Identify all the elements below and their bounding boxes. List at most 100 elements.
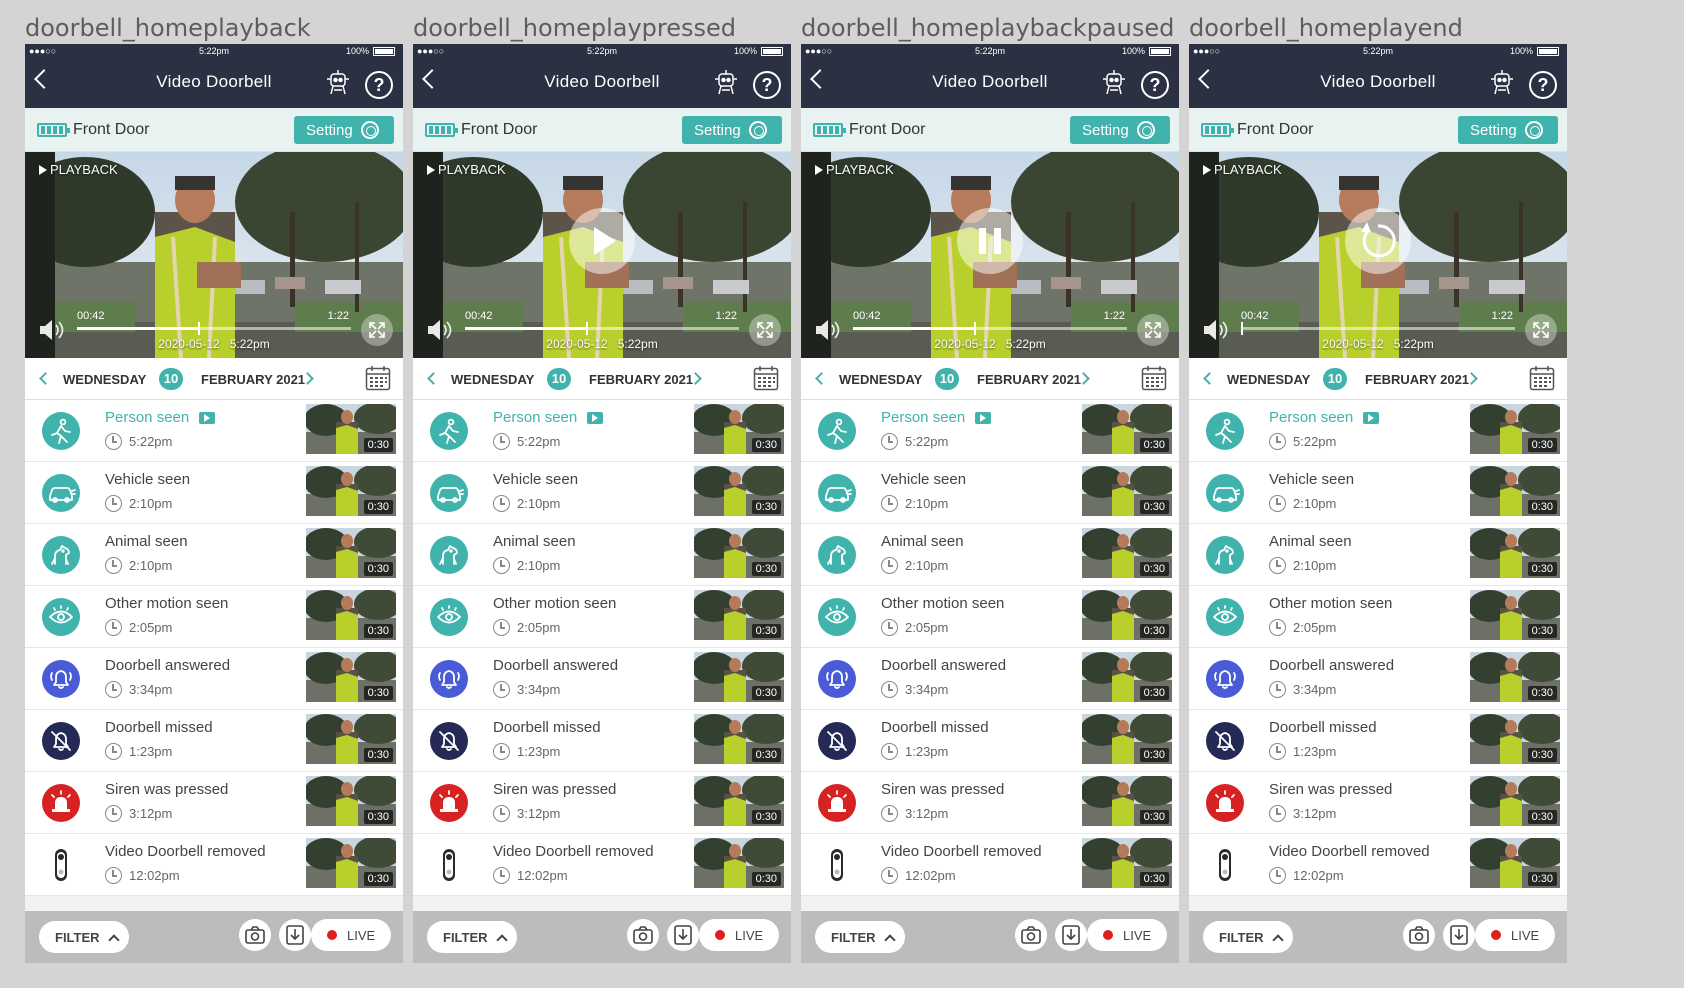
live-button[interactable]: LIVE [1087, 919, 1167, 951]
prev-day-icon[interactable] [815, 372, 828, 385]
calendar-icon[interactable] [365, 365, 391, 391]
expand-icon[interactable] [1137, 314, 1169, 346]
event-row[interactable]: Animal seen 2:10pm 0:30 [413, 524, 791, 586]
setting-button[interactable]: Setting [294, 116, 394, 144]
event-row[interactable]: Siren was pressed 3:12pm 0:30 [1189, 772, 1567, 834]
event-row[interactable]: Other motion seen 2:05pm 0:30 [25, 586, 403, 648]
download-button[interactable] [1443, 919, 1475, 951]
progress-knob[interactable] [585, 322, 588, 335]
event-row[interactable]: Person seen 5:22pm 0:30 [801, 400, 1179, 462]
event-row[interactable]: Vehicle seen 2:10pm 0:30 [25, 462, 403, 524]
robot-icon[interactable] [1101, 70, 1127, 98]
event-row[interactable]: Doorbell missed 1:23pm 0:30 [1189, 710, 1567, 772]
event-row[interactable]: Other motion seen 2:05pm 0:30 [1189, 586, 1567, 648]
event-row[interactable]: Other motion seen 2:05pm 0:30 [413, 586, 791, 648]
event-row[interactable]: Vehicle seen 2:10pm 0:30 [413, 462, 791, 524]
filter-button[interactable]: FILTER [427, 921, 517, 953]
event-row[interactable]: Person seen 5:22pm 0:30 [1189, 400, 1567, 462]
event-row[interactable]: Vehicle seen 2:10pm 0:30 [801, 462, 1179, 524]
event-thumbnail[interactable]: 0:30 [306, 528, 396, 578]
event-thumbnail[interactable]: 0:30 [306, 838, 396, 888]
event-thumbnail[interactable]: 0:30 [694, 776, 784, 826]
event-row[interactable]: Animal seen 2:10pm 0:30 [1189, 524, 1567, 586]
event-thumbnail[interactable]: 0:30 [1082, 838, 1172, 888]
progress-knob[interactable] [973, 322, 976, 335]
event-thumbnail[interactable]: 0:30 [1082, 714, 1172, 764]
event-row[interactable]: Video Doorbell removed 12:02pm 0:30 [25, 834, 403, 896]
snapshot-button[interactable] [239, 919, 271, 951]
event-thumbnail[interactable]: 0:30 [1470, 776, 1560, 826]
live-button[interactable]: LIVE [699, 919, 779, 951]
event-thumbnail[interactable]: 0:30 [694, 466, 784, 516]
event-thumbnail[interactable]: 0:30 [1470, 652, 1560, 702]
event-row[interactable]: Doorbell missed 1:23pm 0:30 [413, 710, 791, 772]
event-thumbnail[interactable]: 0:30 [1082, 652, 1172, 702]
event-thumbnail[interactable]: 0:30 [306, 590, 396, 640]
event-thumbnail[interactable]: 0:30 [1470, 404, 1560, 454]
event-thumbnail[interactable]: 0:30 [1470, 838, 1560, 888]
event-thumbnail[interactable]: 0:30 [1470, 714, 1560, 764]
event-row[interactable]: Animal seen 2:10pm 0:30 [25, 524, 403, 586]
event-thumbnail[interactable]: 0:30 [694, 528, 784, 578]
event-thumbnail[interactable]: 0:30 [1082, 466, 1172, 516]
event-row[interactable]: Siren was pressed 3:12pm 0:30 [413, 772, 791, 834]
help-icon[interactable]: ? [753, 71, 781, 99]
robot-icon[interactable] [1489, 70, 1515, 98]
event-row[interactable]: Doorbell answered 3:34pm 0:30 [801, 648, 1179, 710]
event-row[interactable]: Other motion seen 2:05pm 0:30 [801, 586, 1179, 648]
event-thumbnail[interactable]: 0:30 [1470, 466, 1560, 516]
prev-day-icon[interactable] [1203, 372, 1216, 385]
calendar-icon[interactable] [1529, 365, 1555, 391]
event-thumbnail[interactable]: 0:30 [694, 652, 784, 702]
event-thumbnail[interactable]: 0:30 [306, 404, 396, 454]
progress-knob[interactable] [197, 322, 200, 335]
help-icon[interactable]: ? [365, 71, 393, 99]
setting-button[interactable]: Setting [1070, 116, 1170, 144]
download-button[interactable] [279, 919, 311, 951]
live-button[interactable]: LIVE [1475, 919, 1555, 951]
pause-icon[interactable] [957, 208, 1023, 274]
video-player[interactable]: PLAYBACK 00:42 1:22 2020-05-12 5:22pm [413, 152, 791, 358]
event-thumbnail[interactable]: 0:30 [694, 838, 784, 888]
event-row[interactable]: Doorbell missed 1:23pm 0:30 [801, 710, 1179, 772]
event-row[interactable]: Doorbell answered 3:34pm 0:30 [1189, 648, 1567, 710]
expand-icon[interactable] [1525, 314, 1557, 346]
video-player[interactable]: PLAYBACK 00:42 1:22 2020-05-12 5:22pm [1189, 152, 1567, 358]
snapshot-button[interactable] [627, 919, 659, 951]
snapshot-button[interactable] [1015, 919, 1047, 951]
progress-bar[interactable] [77, 322, 351, 335]
calendar-icon[interactable] [753, 365, 779, 391]
event-thumbnail[interactable]: 0:30 [694, 714, 784, 764]
event-row[interactable]: Animal seen 2:10pm 0:30 [801, 524, 1179, 586]
event-thumbnail[interactable]: 0:30 [1082, 776, 1172, 826]
video-player[interactable]: PLAYBACK 00:42 1:22 2020-05-12 5:22pm [801, 152, 1179, 358]
progress-knob[interactable] [1241, 322, 1243, 335]
expand-icon[interactable] [749, 314, 781, 346]
event-row[interactable]: Video Doorbell removed 12:02pm 0:30 [801, 834, 1179, 896]
replay-icon[interactable] [1345, 208, 1411, 274]
filter-button[interactable]: FILTER [815, 921, 905, 953]
calendar-icon[interactable] [1141, 365, 1167, 391]
event-thumbnail[interactable]: 0:30 [1082, 404, 1172, 454]
live-button[interactable]: LIVE [311, 919, 391, 951]
filter-button[interactable]: FILTER [39, 921, 129, 953]
event-thumbnail[interactable]: 0:30 [1082, 590, 1172, 640]
event-row[interactable]: Doorbell answered 3:34pm 0:30 [413, 648, 791, 710]
progress-bar[interactable] [1241, 322, 1515, 335]
progress-bar[interactable] [853, 322, 1127, 335]
event-row[interactable]: Siren was pressed 3:12pm 0:30 [25, 772, 403, 834]
event-thumbnail[interactable]: 0:30 [1470, 590, 1560, 640]
event-row[interactable]: Siren was pressed 3:12pm 0:30 [801, 772, 1179, 834]
event-thumbnail[interactable]: 0:30 [306, 466, 396, 516]
video-player[interactable]: PLAYBACK 00:42 1:22 2020-05-12 5:22pm [25, 152, 403, 358]
event-row[interactable]: Doorbell missed 1:23pm 0:30 [25, 710, 403, 772]
event-row[interactable]: Person seen 5:22pm 0:30 [413, 400, 791, 462]
download-button[interactable] [667, 919, 699, 951]
download-button[interactable] [1055, 919, 1087, 951]
event-row[interactable]: Video Doorbell removed 12:02pm 0:30 [413, 834, 791, 896]
help-icon[interactable]: ? [1141, 71, 1169, 99]
snapshot-button[interactable] [1403, 919, 1435, 951]
event-thumbnail[interactable]: 0:30 [306, 714, 396, 764]
prev-day-icon[interactable] [427, 372, 440, 385]
help-icon[interactable]: ? [1529, 71, 1557, 99]
